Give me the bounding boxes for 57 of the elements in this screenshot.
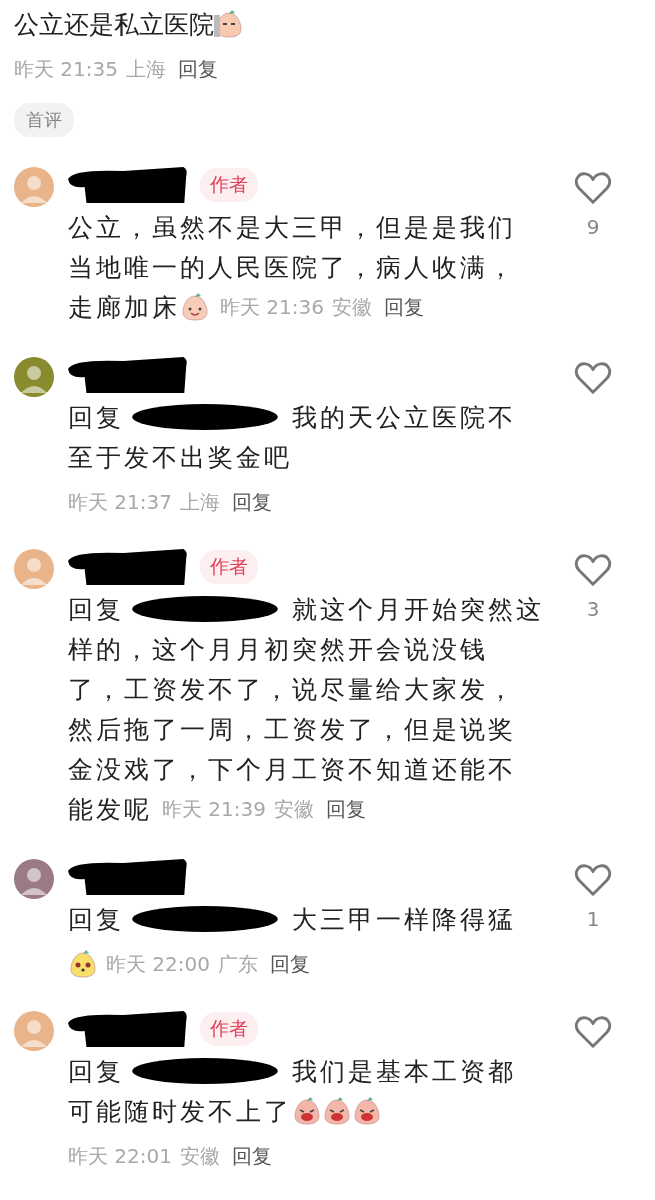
sticker-icon bbox=[214, 9, 244, 39]
reply-prefix: 回复 bbox=[68, 401, 124, 434]
comment-text: 就这个月开始突然这 bbox=[292, 593, 544, 626]
heart-icon[interactable] bbox=[574, 863, 612, 897]
like-count: 9 bbox=[586, 215, 600, 239]
first-comment-tag: 首评 bbox=[14, 103, 74, 137]
sticker-icon bbox=[68, 949, 98, 979]
comment-timestamp: 昨天 22:00 bbox=[106, 950, 210, 978]
reply-link[interactable]: 回复 bbox=[384, 293, 424, 321]
reply-link[interactable]: 回复 bbox=[232, 1142, 272, 1170]
comment-timestamp: 昨天 22:01 bbox=[68, 1142, 172, 1170]
comment-text: 我的天公立医院不 bbox=[292, 401, 516, 434]
author-badge: 作者 bbox=[200, 168, 258, 202]
heart-icon[interactable] bbox=[574, 1015, 612, 1049]
comment-timestamp: 昨天 21:36 bbox=[220, 293, 324, 321]
comment-text: 我们是基本工资都 bbox=[292, 1055, 516, 1088]
comment-text: 金没戏了，下个月工资不知道还能不 bbox=[68, 753, 516, 786]
sticker-icon bbox=[352, 1096, 382, 1126]
sticker-icon bbox=[180, 292, 210, 322]
comment-text: 可能随时发不上了 bbox=[68, 1095, 292, 1128]
reply-link[interactable]: 回复 bbox=[270, 950, 310, 978]
avatar[interactable] bbox=[14, 859, 54, 899]
author-badge: 作者 bbox=[200, 1012, 258, 1046]
comment-text: 了，工资发不了，说尽量给大家发， bbox=[68, 673, 516, 706]
comment-text: 公立，虽然不是大三甲，但是是我们 bbox=[68, 211, 516, 244]
comment-location: 广东 bbox=[218, 950, 258, 978]
author-badge: 作者 bbox=[200, 550, 258, 584]
heart-icon[interactable] bbox=[574, 553, 612, 587]
comment-timestamp: 昨天 21:37 bbox=[68, 488, 172, 516]
comment-location: 上海 bbox=[126, 56, 166, 83]
reply-link[interactable]: 回复 bbox=[232, 488, 272, 516]
comment-text: 大三甲一样降得猛 bbox=[292, 903, 516, 936]
comment-location: 上海 bbox=[180, 488, 220, 516]
comment-location: 安徽 bbox=[274, 795, 314, 823]
comment-text: 能发呢 bbox=[68, 793, 152, 826]
comment-timestamp: 昨天 21:35 bbox=[14, 56, 118, 83]
like-count: 3 bbox=[586, 597, 600, 621]
comment-text: 样的，这个月月初突然开会说没钱 bbox=[68, 633, 488, 666]
sticker-icon bbox=[292, 1096, 322, 1126]
like-count: 1 bbox=[586, 907, 600, 931]
comment-text: 至于发不出奖金吧 bbox=[68, 441, 292, 474]
sticker-icon bbox=[322, 1096, 352, 1126]
heart-icon[interactable] bbox=[574, 171, 612, 205]
reply-prefix: 回复 bbox=[68, 903, 124, 936]
reply-prefix: 回复 bbox=[68, 593, 124, 626]
avatar[interactable] bbox=[14, 357, 54, 397]
heart-icon[interactable] bbox=[574, 361, 612, 395]
reply-prefix: 回复 bbox=[68, 1055, 124, 1088]
comment-text: 走廊加床 bbox=[68, 291, 180, 324]
comment-text: 然后拖了一周，工资发了，但是说奖 bbox=[68, 713, 516, 746]
comment-location: 安徽 bbox=[180, 1142, 220, 1170]
comment-location: 安徽 bbox=[332, 293, 372, 321]
post-text: 公立还是私立医院 bbox=[14, 8, 214, 41]
reply-link[interactable]: 回复 bbox=[178, 56, 218, 83]
comment-text: 当地唯一的人民医院了，病人收满， bbox=[68, 251, 516, 284]
comment-timestamp: 昨天 21:39 bbox=[162, 795, 266, 823]
reply-link[interactable]: 回复 bbox=[326, 795, 366, 823]
